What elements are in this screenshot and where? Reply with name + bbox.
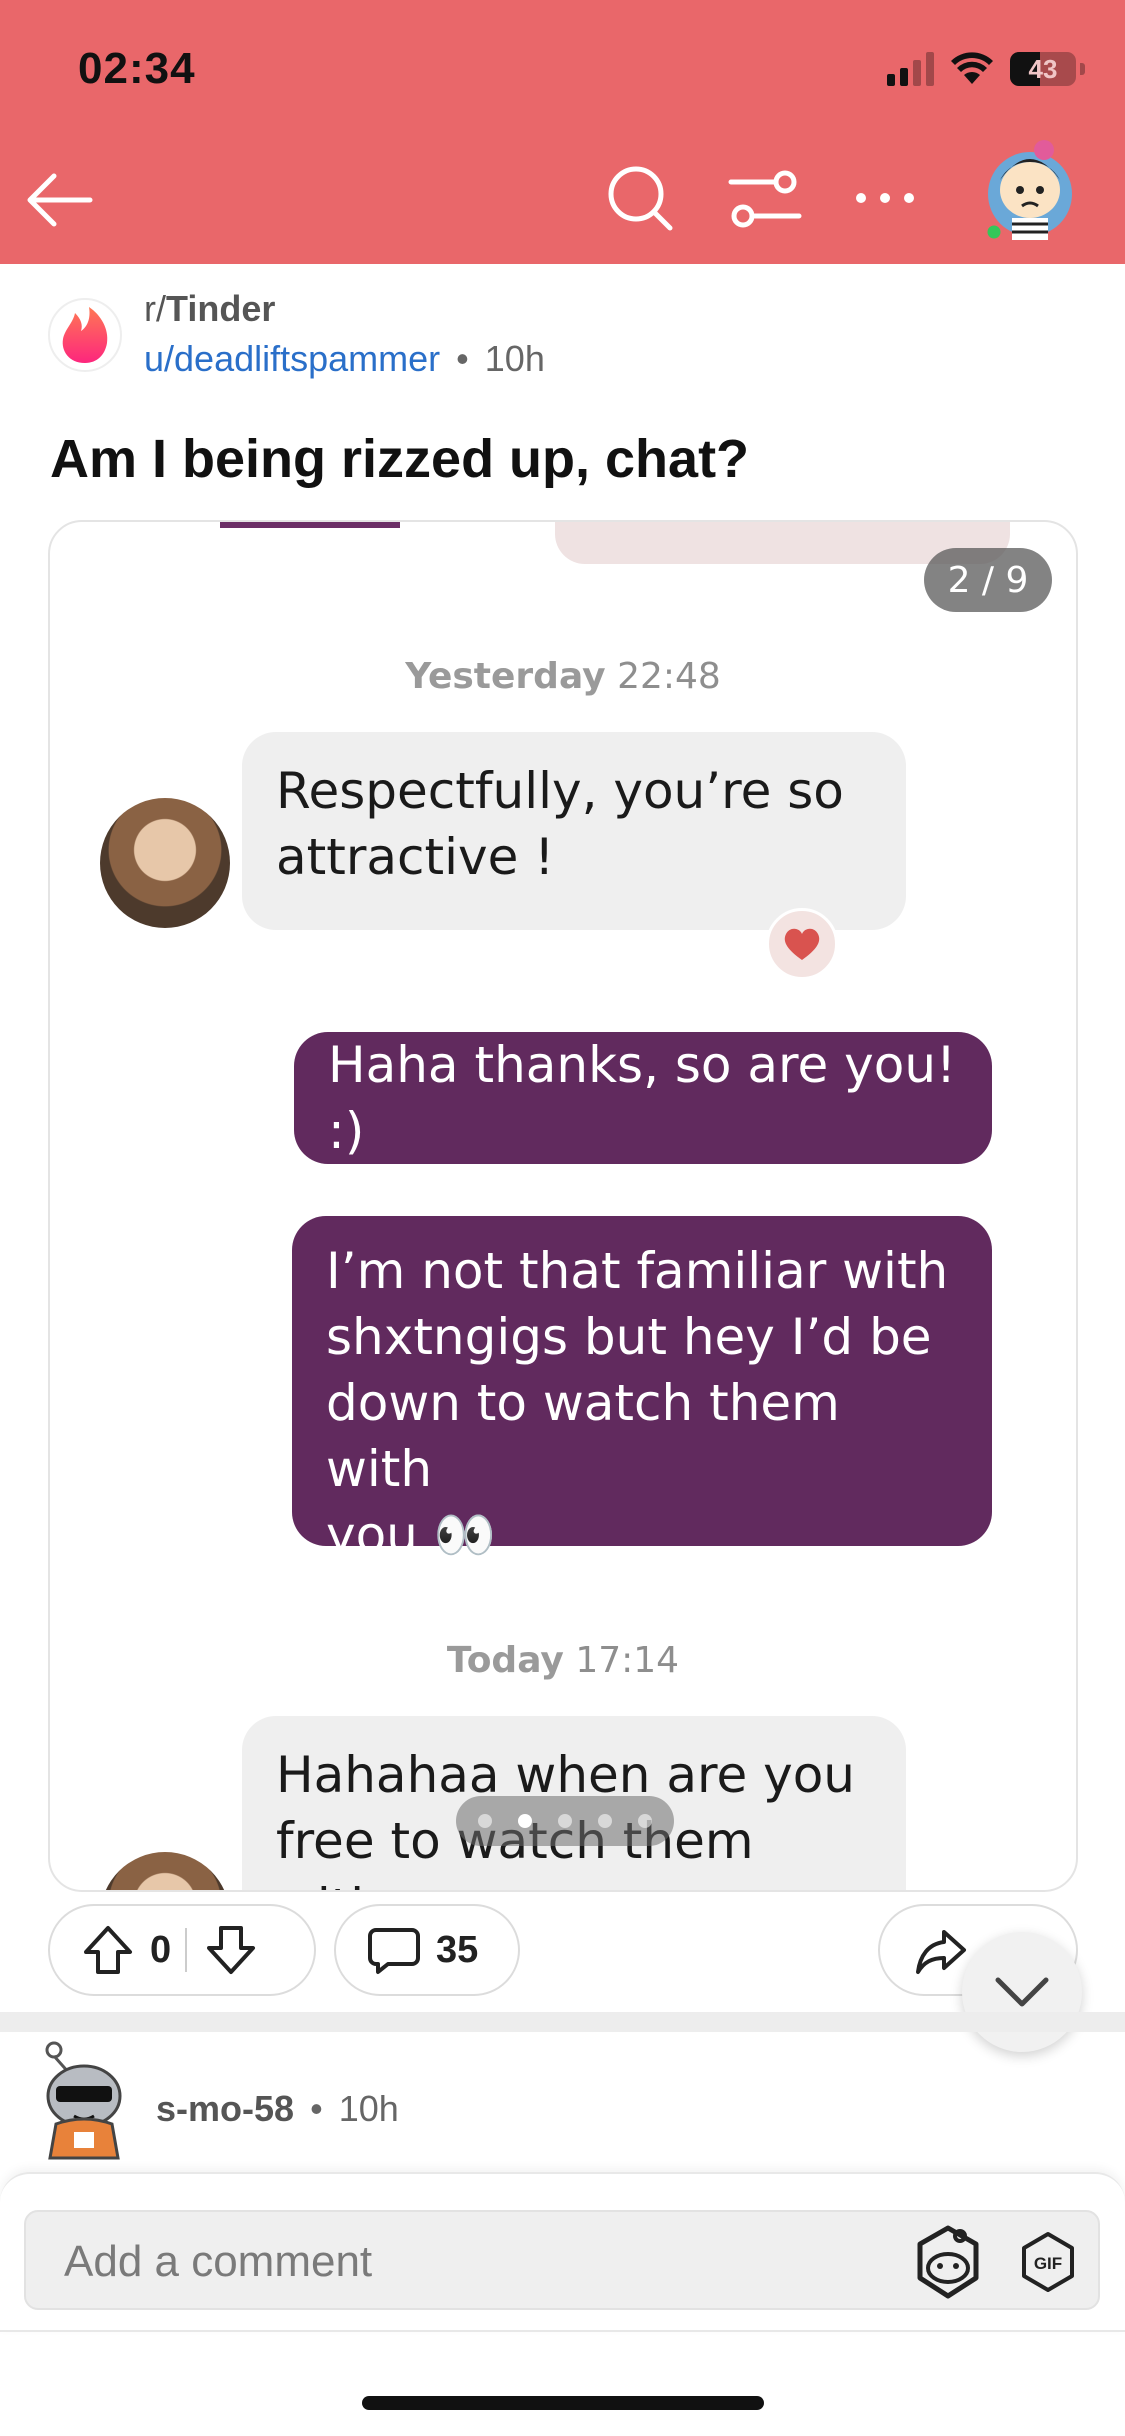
battery-level: 43 <box>1028 53 1058 84</box>
comments-button[interactable]: 35 <box>334 1904 520 1996</box>
post-age: 10h <box>484 338 545 379</box>
post-image-carousel[interactable]: 2 / 9 Yesterday 22:48 Respectfully, you’… <box>48 520 1078 1892</box>
top-header: 02:34 43 <box>0 0 1125 264</box>
heart-reaction-icon <box>766 908 838 980</box>
image-decoration <box>220 522 400 528</box>
tinder-flame-icon <box>62 307 108 363</box>
subreddit-name[interactable]: r/Tinder <box>144 288 275 330</box>
user-avatar[interactable] <box>980 128 1080 246</box>
collapse-button[interactable] <box>962 1932 1082 2052</box>
svg-text:GIF: GIF <box>1034 2254 1062 2273</box>
home-indicator[interactable] <box>362 2396 764 2410</box>
upvote-icon[interactable] <box>78 1920 138 1980</box>
more-icon[interactable] <box>845 160 925 240</box>
vote-count: 0 <box>150 1928 172 1971</box>
gif-icon[interactable]: GIF <box>1016 2230 1080 2294</box>
back-arrow-icon[interactable] <box>20 160 100 240</box>
subreddit-icon[interactable] <box>48 298 122 372</box>
comment-count: 35 <box>436 1928 479 1971</box>
match-avatar <box>100 798 230 928</box>
search-icon[interactable] <box>600 158 680 238</box>
image-counter: 2 / 9 <box>924 548 1052 612</box>
post-author[interactable]: u/deadliftspammer <box>144 338 440 379</box>
downvote-icon[interactable] <box>201 1920 261 1980</box>
chevron-down-icon <box>995 1977 1049 2007</box>
meta-separator: • <box>456 338 469 379</box>
match-avatar <box>100 1852 230 1890</box>
message-outgoing: Haha thanks, so are you! :) <box>294 1032 992 1164</box>
comment-age: 10h <box>338 2088 399 2129</box>
wifi-icon <box>951 52 993 84</box>
vote-bar: 0 <box>48 1904 316 1996</box>
share-icon <box>916 1930 966 1974</box>
battery-icon: 43 <box>1010 52 1076 86</box>
chat-timestamp: Yesterday 22:48 <box>405 656 721 697</box>
comment-composer: GIF <box>0 2172 1125 2332</box>
cellular-signal-icon <box>887 52 934 86</box>
comment-icon <box>368 1928 420 1974</box>
chat-timestamp: Today 17:14 <box>446 1640 680 1681</box>
status-time: 02:34 <box>78 44 196 93</box>
message-outgoing: I’m not that familiar with shxtngigs but… <box>292 1216 992 1564</box>
comment-author[interactable]: s-mo-58 • 10h <box>156 2088 399 2130</box>
comment-field[interactable]: GIF <box>24 2210 1100 2310</box>
message-incoming: Respectfully, you’re so attractive ! <box>242 732 906 930</box>
filter-icon[interactable] <box>725 160 805 240</box>
post-title: Am I being rizzed up, chat? <box>50 429 750 489</box>
commenter-avatar[interactable] <box>34 2040 134 2160</box>
carousel-dots <box>456 1796 674 1846</box>
post-meta: u/deadliftspammer • 10h <box>144 338 545 380</box>
snoo-emoji-icon[interactable] <box>906 2220 990 2304</box>
section-divider <box>0 2012 1125 2032</box>
comment-input[interactable] <box>64 2236 864 2288</box>
chat-screenshot: 2 / 9 Yesterday 22:48 Respectfully, you’… <box>50 522 1076 1890</box>
status-icons: 43 <box>887 44 1085 94</box>
